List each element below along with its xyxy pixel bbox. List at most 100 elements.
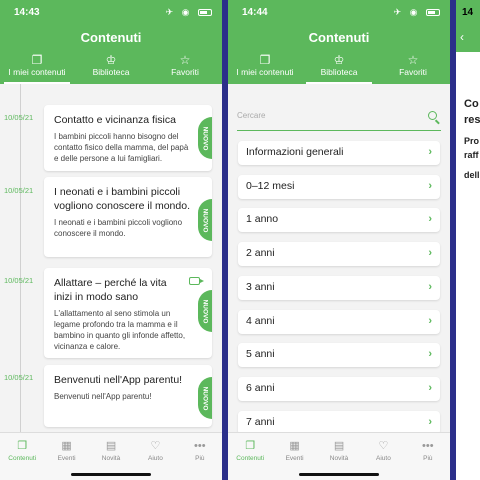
nav-label: Più xyxy=(195,455,205,462)
library-item-label: 6 anni xyxy=(246,382,275,394)
nav-contents[interactable]: ❐ Contenuti xyxy=(228,433,272,480)
bottom-nav: ❐ Contenuti ▦ Eventi ▤ Novità ♡ Aiuto ••• Più xyxy=(0,432,222,480)
search-icon[interactable] xyxy=(428,111,437,120)
status-icons: ✈ ◉ xyxy=(166,7,212,18)
status-time: 14:43 xyxy=(14,7,40,18)
star-icon: ☆ xyxy=(407,53,419,67)
app-header: 14 ‹ xyxy=(456,0,480,52)
tab-favorites[interactable]: ☆ Favoriti xyxy=(148,52,222,84)
chevron-right-icon: › xyxy=(428,180,432,192)
nav-more[interactable]: ••• Più xyxy=(178,433,222,480)
article-screen-partial: 14 ‹ Co res Pro raff dell xyxy=(456,0,480,480)
new-badge: NUOVO xyxy=(198,290,212,332)
book-icon: ❐ xyxy=(31,53,43,67)
graduation-cap-icon: ♔ xyxy=(105,53,117,67)
tab-favorites[interactable]: ☆ Favoriti xyxy=(376,52,450,84)
home-indicator xyxy=(299,473,379,476)
more-dots-icon: ••• xyxy=(194,440,206,452)
documents-icon: ❐ xyxy=(17,440,28,452)
handshake-icon: ♡ xyxy=(378,440,389,452)
new-badge: NUOVO xyxy=(198,199,212,241)
tab-my-contents[interactable]: ❐ I miei contenuti xyxy=(228,52,302,84)
new-badge: NUOVO xyxy=(198,117,212,159)
home-indicator xyxy=(71,473,151,476)
card-text: Benvenuti nell'App parentu! xyxy=(54,392,152,401)
newspaper-icon: ▤ xyxy=(333,440,345,452)
card-title: Benvenuti nell'App parentu! xyxy=(54,374,183,386)
library-item[interactable]: Informazioni generali › xyxy=(238,141,440,165)
library-item-label: Informazioni generali xyxy=(246,146,344,158)
screenshot-stage: 14:43 ✈ ◉ Contenuti ❐ I miei contenuti ♔ B… xyxy=(0,0,480,480)
article-title-fragment: res xyxy=(464,114,480,126)
tab-label: I miei contenuti xyxy=(8,67,66,77)
article-subtitle-fragment: raff xyxy=(464,150,479,160)
badge-text: NUOVO xyxy=(201,299,209,323)
badge-text: NUOVO xyxy=(201,126,209,150)
tab-library[interactable]: ♔ Biblioteca xyxy=(302,52,376,84)
card-date: 10/05/21 xyxy=(4,373,34,382)
nav-label: Novità xyxy=(101,455,121,462)
nav-label: Aiuto xyxy=(376,455,391,462)
new-badge: NUOVO xyxy=(198,377,212,419)
card-date: 10/05/21 xyxy=(4,276,34,285)
card-date: 10/05/21 xyxy=(4,186,34,195)
library-item-label: 2 anni xyxy=(246,247,275,259)
article-subtitle-fragment: Pro xyxy=(464,136,480,146)
chevron-right-icon: › xyxy=(428,213,432,225)
battery-icon xyxy=(426,9,440,17)
tab-label: I miei contenuti xyxy=(236,67,294,77)
library-item[interactable]: 0–12 mesi › xyxy=(238,175,440,199)
library-item-label: 5 anni xyxy=(246,348,275,360)
content-card[interactable]: Contatto e vicinanza fisica I bambini pi… xyxy=(44,105,212,171)
badge-text: NUOVO xyxy=(201,386,209,410)
status-time: 14:44 xyxy=(242,7,268,18)
page-title: Contenuti xyxy=(80,30,142,45)
card-title: Allattare – perché la vita inizi in modo… xyxy=(54,277,167,303)
content-card[interactable]: I neonati e i bambini piccoli vogliono c… xyxy=(44,177,212,257)
library-item[interactable]: 2 anni › xyxy=(238,242,440,266)
tab-library[interactable]: ♔ Biblioteca xyxy=(74,52,148,84)
article-title-fragment: Co xyxy=(464,98,479,110)
bottom-nav: ❐ Contenuti ▦ Eventi ▤ Novità ♡ Aiuto ••• Più xyxy=(228,432,450,480)
nav-label: Eventi xyxy=(57,455,76,462)
content-card[interactable]: Benvenuti nell'App parentu! Benvenuti ne… xyxy=(44,365,212,427)
nav-contents[interactable]: ❐ Contenuti xyxy=(0,433,44,480)
content-card[interactable]: Allattare – perché la vita inizi in modo… xyxy=(44,268,212,358)
back-chevron-icon[interactable]: ‹ xyxy=(460,30,464,44)
library-item[interactable]: 3 anni › xyxy=(238,276,440,300)
tab-label: Biblioteca xyxy=(92,67,130,77)
library-item[interactable]: 4 anni › xyxy=(238,310,440,334)
feed-screen: 14:43 ✈ ◉ Contenuti ❐ I miei contenuti ♔ B… xyxy=(0,0,222,480)
library-item[interactable]: 1 anno › xyxy=(238,208,440,232)
status-icons: ✈ ◉ xyxy=(394,7,440,18)
card-text: L'allattamento al seno stimola un legame… xyxy=(54,309,186,351)
card-text: I bambini piccoli hanno bisogno del cont… xyxy=(54,132,189,163)
calendar-icon: ▦ xyxy=(289,440,300,452)
chevron-right-icon: › xyxy=(428,146,432,158)
article-content: Co res Pro raff dell xyxy=(456,52,480,480)
library-item-label: 1 anno xyxy=(246,213,279,225)
library-screen: 14:44 ✈ ◉ Contenuti ❐ I miei contenuti ♔ B… xyxy=(228,0,450,480)
card-title: I neonati e i bambini piccoli vogliono c… xyxy=(54,186,190,212)
nav-label: Contenuti xyxy=(236,455,265,462)
nav-label: Più xyxy=(423,455,433,462)
tab-my-contents[interactable]: ❐ I miei contenuti xyxy=(0,52,74,84)
newspaper-icon: ▤ xyxy=(105,440,117,452)
library-item[interactable]: 5 anni › xyxy=(238,343,440,367)
handshake-icon: ♡ xyxy=(150,440,161,452)
tab-label: Favoriti xyxy=(399,67,427,77)
status-time: 14 xyxy=(462,7,474,18)
search-input[interactable]: Cercare xyxy=(237,107,441,131)
chevron-right-icon: › xyxy=(428,382,432,394)
chevron-right-icon: › xyxy=(428,247,432,259)
page-title: Contenuti xyxy=(308,30,370,45)
documents-icon: ❐ xyxy=(245,440,256,452)
library-item[interactable]: 6 anni › xyxy=(238,377,440,401)
nav-more[interactable]: ••• Più xyxy=(406,433,450,480)
chevron-right-icon: › xyxy=(428,348,432,360)
chevron-right-icon: › xyxy=(428,416,432,428)
tab-bar: ❐ I miei contenuti ♔ Biblioteca ☆ Favoriti xyxy=(228,52,450,84)
card-title: Contatto e vicinanza fisica xyxy=(54,114,176,126)
library-item-label: 3 anni xyxy=(246,281,275,293)
calendar-icon: ▦ xyxy=(61,440,72,452)
